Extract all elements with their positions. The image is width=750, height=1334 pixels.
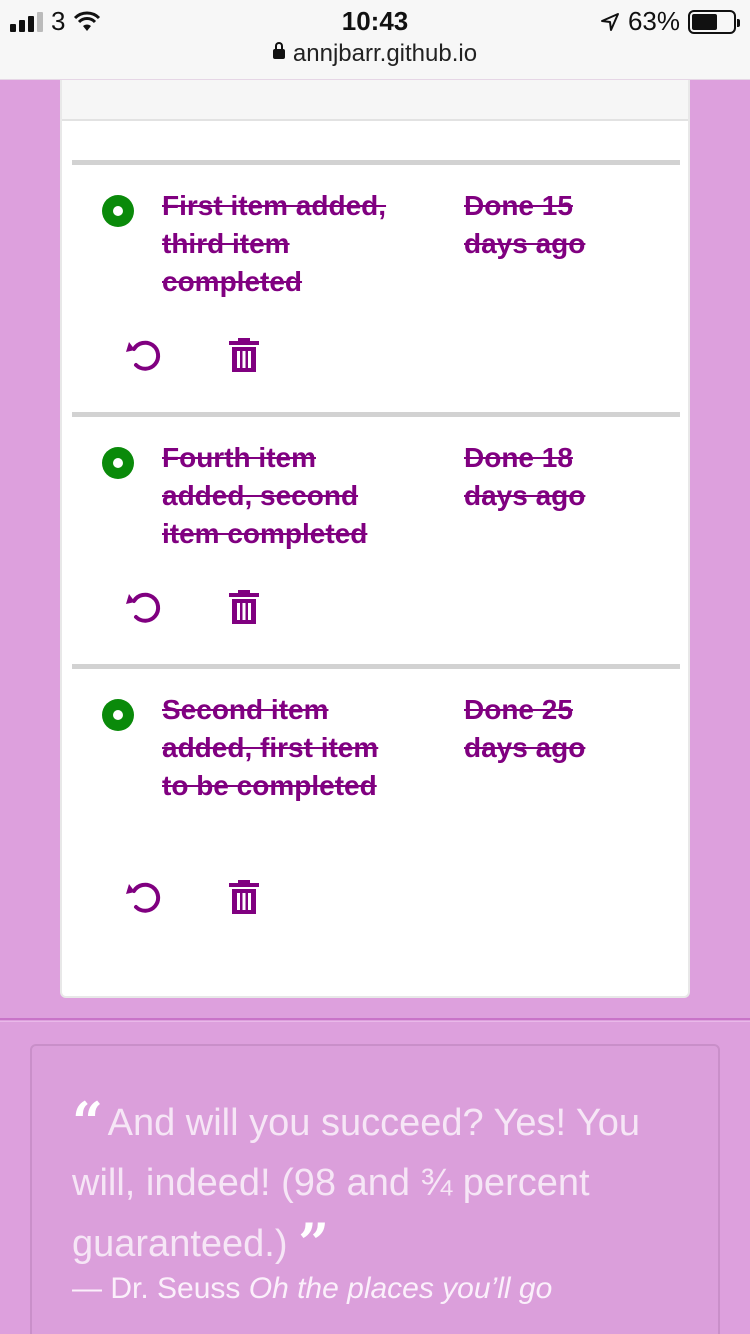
todo-done-time: Done 18 days ago	[464, 442, 586, 511]
status-right: 63%	[600, 6, 740, 37]
quote-body: And will you succeed? Yes! You will, ind…	[72, 1102, 641, 1265]
done-status-icon	[102, 699, 134, 731]
todo-item: Fourth item added, second item completed…	[72, 412, 680, 662]
quote-text: “ And will you succeed? Yes! You will, i…	[72, 1092, 672, 1274]
todo-text: Fourth item added, second item completed	[162, 442, 368, 549]
undo-icon	[126, 340, 161, 371]
location-icon	[600, 12, 619, 31]
battery-percent: 63%	[627, 6, 680, 36]
quote-author: — Dr. Seuss	[72, 1272, 241, 1305]
done-status-icon	[102, 195, 134, 227]
delete-button[interactable]	[224, 335, 264, 375]
trash-icon	[229, 338, 259, 372]
quote-box: “ And will you succeed? Yes! You will, i…	[30, 1044, 720, 1334]
trash-icon	[229, 590, 259, 624]
todo-text: First item added, third item completed	[162, 190, 387, 297]
section-divider	[0, 1018, 750, 1022]
todo-item: First item added, third item completed D…	[72, 160, 680, 410]
quote-attribution: — Dr. Seuss Oh the places you’ll go	[72, 1272, 712, 1306]
done-status-icon	[102, 447, 134, 479]
undo-button[interactable]	[124, 335, 164, 375]
lock-icon	[272, 41, 285, 59]
battery-icon	[688, 9, 740, 34]
url-text: annjbarr.github.io	[292, 40, 478, 67]
delete-button[interactable]	[224, 587, 264, 627]
status-bar: 3 10:43 63% annjbarr.github.io	[0, 0, 750, 80]
todo-text: Second item added, first item to be comp…	[162, 694, 379, 801]
close-quote-icon: ”	[298, 1211, 329, 1275]
completed-todos-card: First item added, third item completed D…	[60, 80, 690, 998]
todo-item: Second item added, first item to be comp…	[72, 664, 680, 964]
undo-icon	[126, 592, 161, 623]
card-header	[62, 80, 688, 121]
address-bar[interactable]: annjbarr.github.io	[0, 40, 750, 68]
open-quote-icon: “	[72, 1090, 103, 1154]
todo-done-time: Done 15 days ago	[464, 190, 586, 259]
delete-button[interactable]	[224, 877, 264, 917]
undo-icon	[126, 882, 161, 913]
quote-work: Oh the places you’ll go	[248, 1272, 553, 1305]
todo-done-time: Done 25 days ago	[464, 694, 586, 763]
undo-button[interactable]	[124, 877, 164, 917]
undo-button[interactable]	[124, 587, 164, 627]
trash-icon	[229, 880, 259, 914]
